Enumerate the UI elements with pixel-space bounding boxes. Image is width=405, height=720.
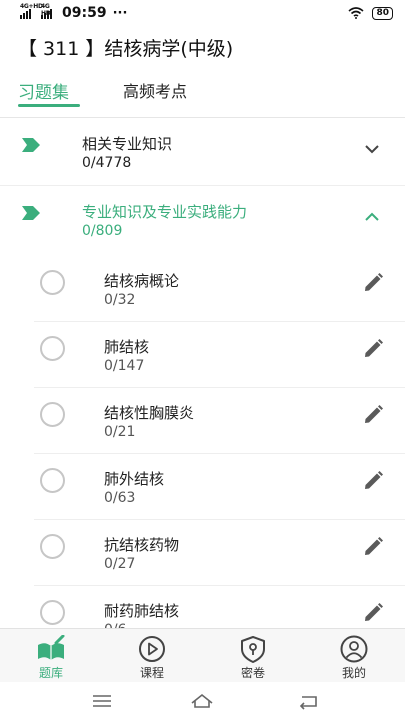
list-item[interactable]: 肺外结核 0/63 (0, 454, 405, 520)
list-item[interactable]: 结核性胸膜炎 0/21 (0, 388, 405, 454)
pencil-icon[interactable] (362, 272, 384, 294)
list-item[interactable]: 结核病概论 0/32 (0, 256, 405, 322)
list-item[interactable]: 抗结核药物 0/27 (0, 520, 405, 586)
home-icon[interactable] (190, 692, 214, 710)
radio-circle-icon[interactable] (40, 468, 65, 493)
radio-circle-icon[interactable] (40, 600, 65, 625)
category-count: 0/4778 (82, 155, 132, 171)
user-icon (340, 635, 368, 663)
flag-icon (22, 138, 40, 152)
tab-bar: 习题集 高频考点 (0, 74, 405, 118)
chevron-down-icon[interactable] (362, 142, 382, 156)
shield-lock-icon (241, 636, 265, 663)
nav-label: 课程 (139, 666, 164, 680)
chapter-count: 0/21 (104, 424, 136, 440)
list-item[interactable]: 肺结核 0/147 (0, 322, 405, 388)
play-icon (139, 636, 165, 662)
category-count: 0/809 (82, 223, 123, 239)
status-bar: 4G+HD 4G HD 09:59 ··· 80 (0, 0, 405, 26)
battery-indicator: 80 (372, 6, 393, 20)
signal-icon: 4G+HD (20, 3, 43, 19)
nav-courses[interactable]: 课程 (112, 629, 192, 683)
status-more-indicator: ··· (112, 5, 128, 21)
chapter-title: 耐药肺结核 (104, 602, 180, 620)
system-nav-bar (0, 682, 405, 720)
category-professional-practice[interactable]: 专业知识及专业实践能力 0/809 (0, 188, 405, 254)
tab-key-points[interactable]: 高频考点 (123, 78, 187, 102)
pencil-icon[interactable] (362, 536, 384, 558)
bottom-nav: 题库 课程 密卷 我的 (0, 628, 405, 682)
pencil-icon[interactable] (362, 602, 384, 624)
chapter-count: 0/32 (104, 292, 136, 308)
tab-exercises[interactable]: 习题集 (18, 78, 69, 103)
chapter-title: 结核性胸膜炎 (104, 404, 195, 422)
chapter-title: 肺外结核 (104, 470, 165, 488)
pencil-icon[interactable] (362, 470, 384, 492)
category-title: 专业知识及专业实践能力 (82, 203, 248, 221)
signal-icon: 4G HD (41, 3, 52, 19)
page-title: 【 311 】结核病学(中级) (18, 38, 234, 60)
category-related-knowledge[interactable]: 相关专业知识 0/4778 (0, 120, 405, 186)
chapter-title: 肺结核 (104, 338, 150, 356)
book-icon (38, 635, 65, 660)
chapter-title: 结核病概论 (104, 272, 180, 290)
wifi-icon (348, 7, 364, 19)
pencil-icon[interactable] (362, 338, 384, 360)
radio-circle-icon[interactable] (40, 336, 65, 361)
radio-circle-icon[interactable] (40, 534, 65, 559)
chapter-count: 0/63 (104, 490, 136, 506)
nav-question-bank[interactable]: 题库 (11, 629, 91, 683)
nav-label: 题库 (38, 666, 63, 680)
menu-icon[interactable] (90, 692, 114, 710)
nav-label: 密卷 (240, 666, 265, 680)
chapter-count: 0/27 (104, 556, 136, 572)
nav-profile[interactable]: 我的 (314, 629, 394, 683)
chapter-count: 0/147 (104, 358, 145, 374)
chevron-up-icon[interactable] (362, 210, 382, 224)
status-time: 09:59 (62, 5, 107, 21)
network-type-label: 4G+HD (20, 3, 43, 10)
pencil-icon[interactable] (362, 404, 384, 426)
flag-icon (22, 206, 40, 220)
network-type-label: 4G HD (41, 3, 51, 17)
nav-label: 我的 (341, 666, 366, 680)
nav-secret-papers[interactable]: 密卷 (213, 629, 293, 683)
active-tab-indicator (18, 104, 80, 107)
radio-circle-icon[interactable] (40, 270, 65, 295)
chapter-title: 抗结核药物 (104, 536, 180, 554)
back-icon[interactable] (296, 692, 320, 710)
category-title: 相关专业知识 (82, 135, 173, 153)
radio-circle-icon[interactable] (40, 402, 65, 427)
